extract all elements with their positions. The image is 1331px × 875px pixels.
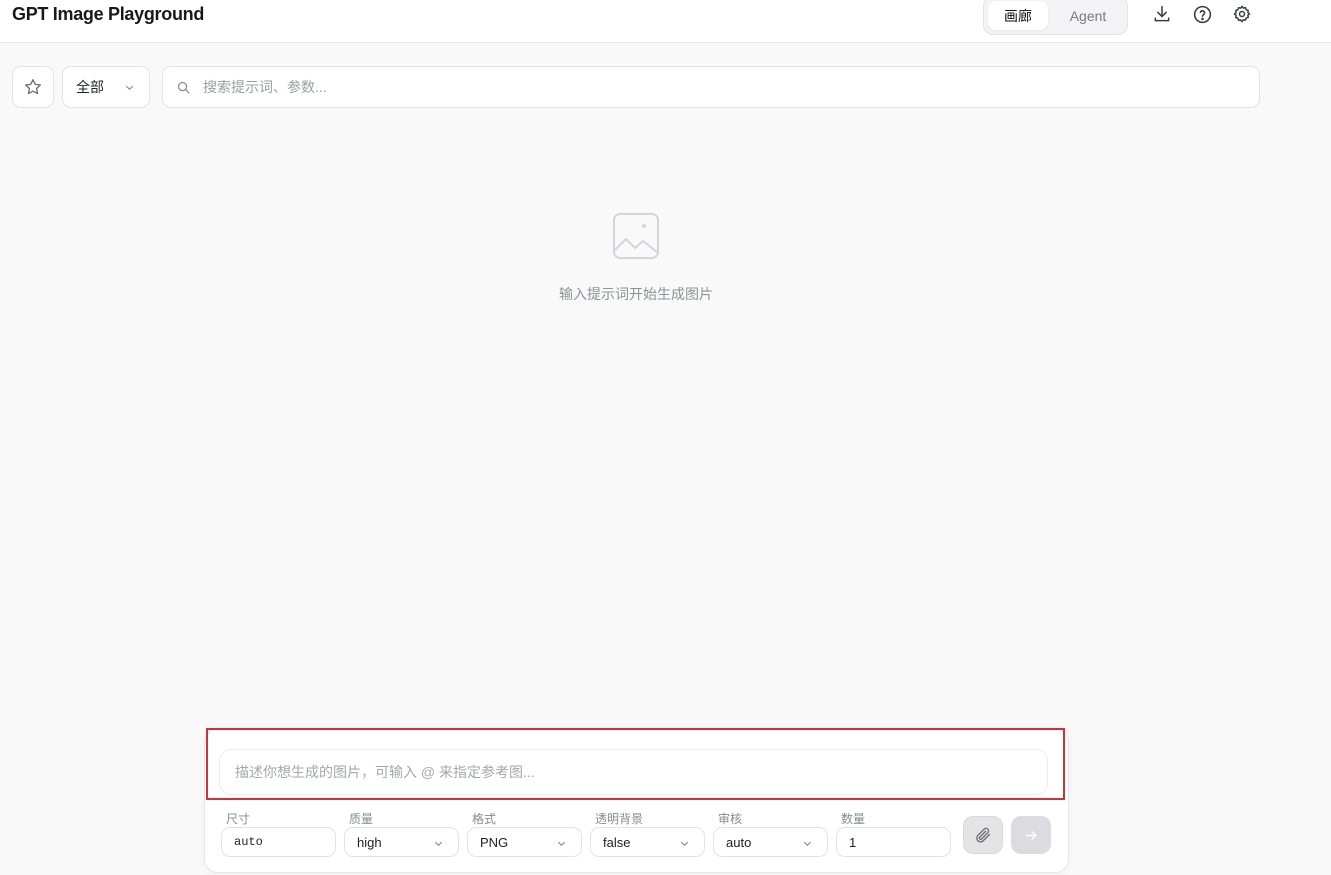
param-label-transparent-bg: 透明背景 — [595, 812, 644, 826]
app-header: GPT Image Playground 画廊 Agent — [0, 0, 1331, 43]
format-value: PNG — [480, 834, 509, 850]
transparent-bg-select[interactable]: false — [590, 827, 705, 857]
paperclip-icon — [976, 827, 991, 843]
param-label-format: 格式 — [472, 812, 497, 826]
star-icon — [25, 79, 41, 95]
chevron-down-icon — [680, 841, 689, 847]
transparent-bg-value: false — [603, 834, 631, 850]
search-box — [162, 66, 1260, 108]
chevron-down-icon — [434, 841, 443, 847]
size-input[interactable]: auto — [221, 827, 336, 857]
param-label-quality: 质量 — [349, 812, 374, 826]
attach-button[interactable] — [963, 816, 1003, 854]
help-icon[interactable] — [1190, 2, 1214, 26]
filter-toolbar: 全部 — [0, 66, 1331, 108]
count-input[interactable]: 1 — [836, 827, 951, 857]
send-button[interactable] — [1011, 816, 1051, 854]
prompt-composer: 尺寸 auto 质量 high 格式 PNG 透明背景 false 审核 aut… — [204, 728, 1069, 873]
category-filter-value: 全部 — [76, 79, 104, 95]
mode-switch: 画廊 Agent — [983, 0, 1128, 35]
tab-gallery[interactable]: 画廊 — [988, 1, 1048, 30]
search-input[interactable] — [203, 67, 1243, 107]
moderation-select[interactable]: auto — [713, 827, 828, 857]
category-filter-select[interactable]: 全部 — [62, 66, 150, 108]
param-label-moderation: 审核 — [718, 812, 743, 826]
param-label-count: 数量 — [841, 812, 866, 826]
empty-state: 输入提示词开始生成图片 — [460, 212, 812, 304]
arrow-right-icon — [1025, 830, 1037, 840]
search-icon — [177, 81, 190, 94]
download-icon[interactable] — [1150, 2, 1174, 26]
param-label-size: 尺寸 — [226, 812, 251, 826]
format-select[interactable]: PNG — [467, 827, 582, 857]
settings-icon[interactable] — [1230, 2, 1254, 26]
quality-value: high — [357, 834, 382, 850]
empty-state-message: 输入提示词开始生成图片 — [559, 286, 713, 302]
tab-agent[interactable]: Agent — [1054, 1, 1122, 30]
moderation-value: auto — [726, 834, 752, 850]
image-placeholder-icon — [613, 213, 659, 259]
favorites-button[interactable] — [12, 66, 54, 108]
prompt-input[interactable] — [219, 749, 1048, 795]
chevron-down-icon — [125, 85, 134, 91]
quality-select[interactable]: high — [344, 827, 459, 857]
count-value: 1 — [849, 834, 857, 850]
chevron-down-icon — [557, 841, 566, 847]
size-value: auto — [234, 835, 263, 849]
chevron-down-icon — [803, 841, 812, 847]
app-title: GPT Image Playground — [12, 4, 205, 24]
